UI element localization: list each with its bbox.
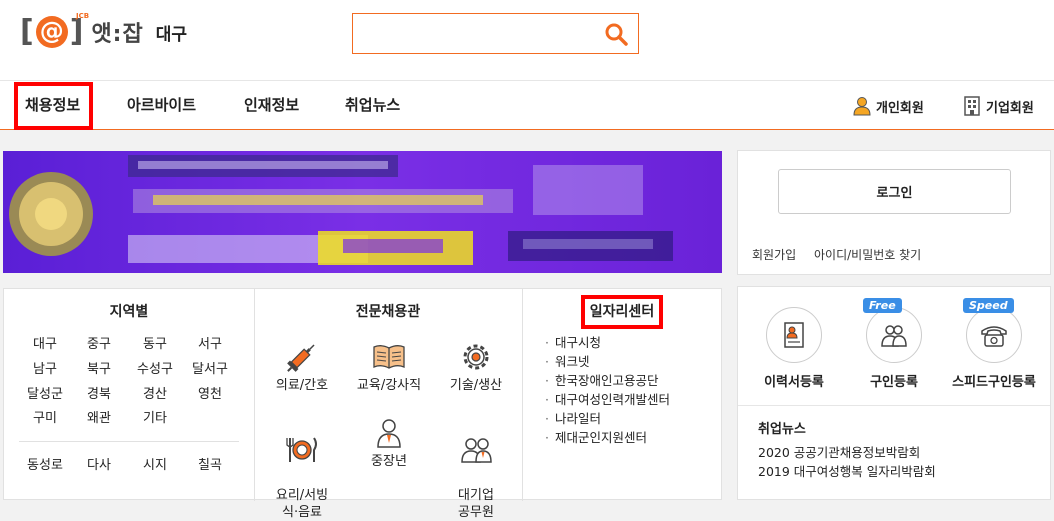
login-links: 회원가입 아이디/비밀번호 찾기 [752,246,935,263]
region-link[interactable]: 경산 [127,383,183,402]
specialty-label: 의료/간호 [275,378,329,393]
region-link[interactable]: 동구 [127,333,183,352]
login-panel: 로그인 회원가입 아이디/비밀번호 찾기 [737,150,1051,275]
region-link[interactable]: 칠곡 [182,454,238,473]
region-link[interactable]: 남구 [17,358,73,377]
login-button[interactable]: 로그인 [778,169,1011,214]
job-post-circle: Free [863,298,922,363]
ad-banner[interactable] [3,151,722,273]
job-post-register-label: 구인등록 [870,375,918,390]
nav-item-parttime[interactable]: 아르바이트 [127,81,196,130]
job-center-link[interactable]: 대구여성인력개발센터 [545,390,670,409]
site-header: [ @ ] JCB 앳:잡 대구 [0,0,1054,80]
job-center-link[interactable]: 워크넷 [545,352,670,371]
logo-at-symbol: @ [35,16,68,48]
people-icon [881,325,907,347]
highlight-box-job-center [581,295,663,329]
specialty-technical[interactable]: 기술/생산 [432,341,520,394]
region-link[interactable]: 대구 [17,333,73,352]
speed-tag: Speed [963,298,1014,313]
site-logo[interactable]: [ @ ] JCB 앳:잡 대구 [20,12,187,50]
specialty-title: 전문채용관 [355,304,421,320]
company-member-label: 기업회원 [986,100,1034,116]
highlight-box-jobs [14,82,93,130]
region-link[interactable]: 서구 [182,333,238,352]
region-link[interactable]: 다사 [71,454,127,473]
syringe-icon [287,344,315,372]
resume-circle [766,307,822,363]
logo-bracket-open: [ [20,14,34,49]
news-item[interactable]: 2019 대구여성행복 일자리박람회 [758,462,936,481]
job-center-link[interactable]: 나라일터 [545,409,670,428]
resume-icon [784,322,804,348]
specialty-label: 중장년 [371,454,407,469]
news-list: 2020 공공기관채용정보박람회 2019 대구여성행복 일자리박람회 [758,443,936,481]
nav-item-talent[interactable]: 인재정보 [244,81,299,130]
region-divider [19,441,239,442]
person-icon [377,419,401,448]
specialty-corporate[interactable]: 대기업 공무원 [432,417,520,521]
dining-icon [286,437,317,462]
find-account-link[interactable]: 아이디/비밀번호 찾기 [814,248,921,262]
logo-bracket-close: ] [69,14,84,49]
region-link[interactable]: 기타 [127,407,183,426]
specialty-middle-aged[interactable]: 중장년 [345,417,433,470]
region-link[interactable]: 동성로 [17,454,73,473]
speed-job-post-register-label: 스피드구인등록 [952,375,1036,390]
search-icon[interactable] [604,22,628,46]
main-nav: 채용정보 아르바이트 인재정보 취업뉴스 개인회원 기업회원 [0,80,1054,130]
nav-item-news[interactable]: 취업뉴스 [345,81,400,130]
region-link[interactable]: 구미 [17,407,73,426]
gear-icon [463,344,489,370]
job-post-register[interactable]: Free 구인등록 [844,298,944,390]
speed-job-post-register[interactable]: Speed 스피드구인등록 [944,298,1044,390]
telephone-icon [981,326,1007,347]
logo-jcb: JCB [76,12,90,20]
news-item[interactable]: 2020 공공기관채용정보박람회 [758,443,936,462]
news-title[interactable]: 취업뉴스 [758,418,806,437]
banner-pixelated-image [9,155,673,265]
specialty-education[interactable]: 교육/강사직 [345,341,433,394]
region-link[interactable]: 시지 [127,454,183,473]
signup-link[interactable]: 회원가입 [752,248,796,262]
region-title: 지역별 [109,304,149,320]
region-link[interactable]: 수성구 [127,358,183,377]
specialty-label: 대기업 공무원 [458,488,494,520]
job-center-list: 대구시청 워크넷 한국장애인고용공단 대구여성인력개발센터 나라일터 제대군인지… [545,333,670,447]
region-link[interactable]: 중구 [71,333,127,352]
specialty-label: 요리/서빙 식·음료 [275,488,329,520]
job-center-link[interactable]: 제대군인지원센터 [545,428,670,447]
search-input[interactable] [359,20,589,47]
building-icon [964,96,980,116]
logo-name: 앳:잡 [91,22,144,47]
category-panel: 지역별 대구 중구 동구 서구 남구 북구 수성구 달서구 달성군 경북 경산 … [3,288,722,520]
specialty-medical[interactable]: 의료/간호 [258,341,346,394]
resume-register-label: 이력서등록 [764,375,824,390]
region-link[interactable]: 영천 [182,383,238,402]
resume-register[interactable]: 이력서등록 [744,307,844,390]
job-center-link[interactable]: 한국장애인고용공단 [545,371,670,390]
registration-panel: 이력서등록 Free 구인등록 Speed 스피드구인등록 취업뉴스 2020 … [737,286,1051,500]
free-tag: Free [863,298,902,313]
specialty-label: 기술/생산 [449,378,503,393]
specialty-food[interactable]: 요리/서빙 식·음료 [258,417,346,521]
company-member-link[interactable]: 기업회원 [962,95,1034,117]
region-link[interactable]: 북구 [71,358,127,377]
region-link[interactable]: 경북 [71,383,127,402]
people-icon [461,438,492,463]
specialty-label: 교육/강사직 [356,378,422,393]
personal-member-label: 개인회원 [876,100,924,116]
region-link[interactable]: 달성군 [17,383,73,402]
personal-member-link[interactable]: 개인회원 [852,95,924,117]
region-link[interactable]: 달서구 [182,358,238,377]
book-icon [373,345,405,369]
search-box [352,13,639,54]
news-divider [738,405,1050,406]
region-label: 대구 [155,24,187,45]
job-center-link[interactable]: 대구시청 [545,333,670,352]
person-icon [853,97,871,116]
region-link[interactable]: 왜관 [71,407,127,426]
speed-circle: Speed [963,298,1022,363]
